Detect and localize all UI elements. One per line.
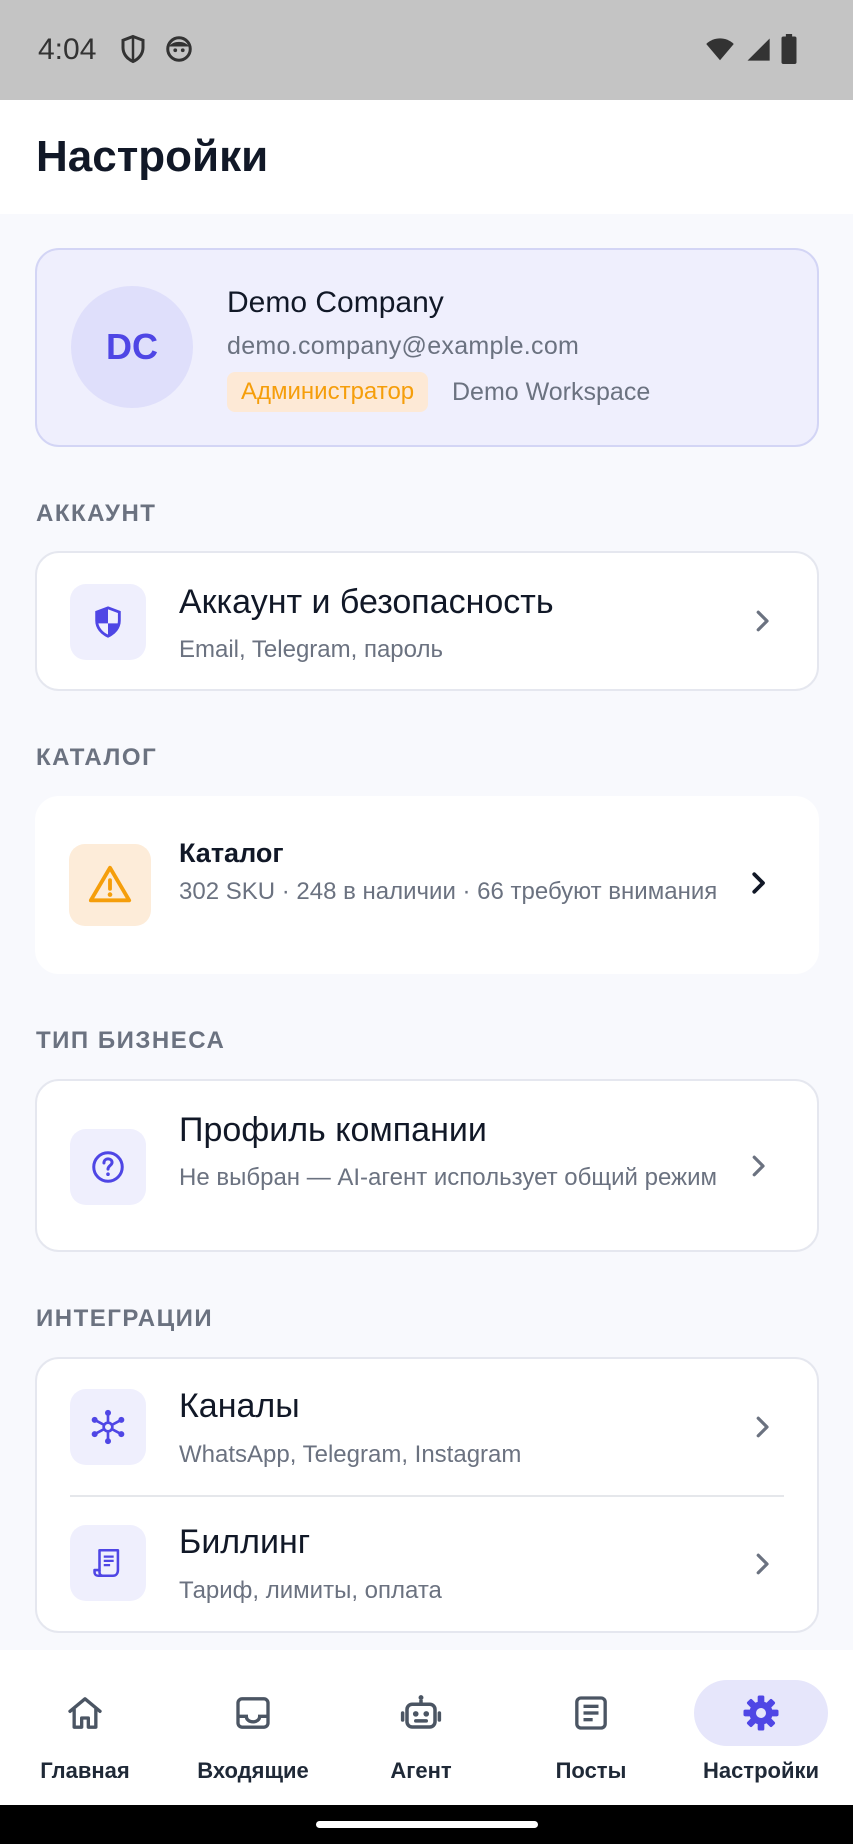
account-card: Аккаунт и безопасность Email, Telegram, … xyxy=(35,551,819,691)
shield-status-icon xyxy=(121,34,145,64)
row-title: Биллинг xyxy=(179,1523,311,1561)
nav-label: Агент xyxy=(390,1758,452,1783)
signal-icon xyxy=(747,38,770,61)
section-label-integrations: ИНТЕГРАЦИИ xyxy=(36,1305,214,1332)
catalog-card: Каталог 302 SKU · 248 в наличии · 66 тре… xyxy=(35,796,819,974)
question-icon xyxy=(70,1129,146,1205)
receipt-icon xyxy=(70,1525,146,1601)
business-card: Профиль компании Не выбран — AI-агент ис… xyxy=(35,1079,819,1252)
nav-item-home[interactable]: Главная xyxy=(0,1650,170,1805)
row-title: Аккаунт и безопасность xyxy=(179,583,554,621)
section-label-business: ТИП БИЗНЕСА xyxy=(36,1027,226,1054)
nav-item-inbox[interactable]: Входящие xyxy=(168,1650,338,1805)
home-gesture-handle[interactable] xyxy=(316,1821,538,1828)
status-time: 4:04 xyxy=(38,33,97,66)
workspace-name: Demo Workspace xyxy=(452,378,651,406)
chevron-right-icon xyxy=(752,1155,765,1177)
status-right-icons xyxy=(704,34,798,64)
integrations-card: Каналы WhatsApp, Telegram, Instagram Бил… xyxy=(35,1357,819,1633)
nav-label: Посты xyxy=(555,1758,627,1783)
nav-label: Входящие xyxy=(197,1758,309,1783)
settings-item-account-security[interactable]: Аккаунт и безопасность Email, Telegram, … xyxy=(37,553,817,689)
face-status-icon xyxy=(166,36,192,62)
chevron-right-icon xyxy=(756,1553,769,1575)
warning-icon xyxy=(69,844,151,926)
role-badge: Администратор xyxy=(227,372,429,412)
battery-icon xyxy=(781,34,797,64)
row-title: Каталог xyxy=(179,838,284,868)
wifi-icon xyxy=(706,38,734,61)
row-title: Каналы xyxy=(179,1387,300,1425)
bottom-nav: Главная Входящие Агент Посты Настройки xyxy=(0,1650,853,1805)
gesture-bar xyxy=(0,1805,853,1844)
network-icon xyxy=(70,1389,146,1465)
status-bar: 4:04 xyxy=(0,0,853,100)
gear-icon xyxy=(694,1680,828,1746)
home-icon xyxy=(18,1680,152,1746)
settings-item-billing[interactable]: Биллинг Тариф, лимиты, оплата xyxy=(37,1497,817,1631)
page-title: Настройки xyxy=(36,132,269,181)
app-header: Настройки xyxy=(0,100,853,214)
row-subtitle: Тариф, лимиты, оплата xyxy=(179,1577,442,1604)
nav-item-settings[interactable]: Настройки xyxy=(676,1650,846,1805)
chevron-right-icon xyxy=(756,610,769,632)
nav-item-posts[interactable]: Посты xyxy=(506,1650,676,1805)
robot-icon xyxy=(354,1680,488,1746)
row-subtitle: WhatsApp, Telegram, Instagram xyxy=(179,1441,522,1468)
section-label-account: АККАУНТ xyxy=(36,500,157,527)
posts-icon xyxy=(524,1680,658,1746)
row-title: Профиль компании xyxy=(179,1111,487,1149)
nav-item-agent[interactable]: Агент xyxy=(336,1650,506,1805)
row-subtitle: Не выбран — AI-агент использует общий ре… xyxy=(179,1164,717,1191)
company-name: Demo Company xyxy=(227,286,444,319)
nav-label: Главная xyxy=(40,1758,130,1783)
inbox-icon xyxy=(186,1680,320,1746)
nav-label: Настройки xyxy=(702,1758,820,1783)
avatar: DC xyxy=(71,286,193,408)
settings-item-company-profile[interactable]: Профиль компании Не выбран — AI-агент ис… xyxy=(37,1081,817,1250)
shield-icon xyxy=(70,584,146,660)
row-subtitle: 302 SKU · 248 в наличии · 66 требуют вни… xyxy=(179,878,718,905)
company-email: demo.company@example.com xyxy=(227,332,580,360)
settings-item-catalog[interactable]: Каталог 302 SKU · 248 в наличии · 66 тре… xyxy=(37,798,817,972)
chevron-right-icon xyxy=(752,872,765,894)
profile-card[interactable]: DC Demo Company demo.company@example.com… xyxy=(35,248,819,447)
settings-item-channels[interactable]: Каналы WhatsApp, Telegram, Instagram xyxy=(37,1359,817,1495)
section-label-catalog: КАТАЛОГ xyxy=(36,744,158,771)
row-subtitle: Email, Telegram, пароль xyxy=(179,636,443,663)
chevron-right-icon xyxy=(756,1416,769,1438)
